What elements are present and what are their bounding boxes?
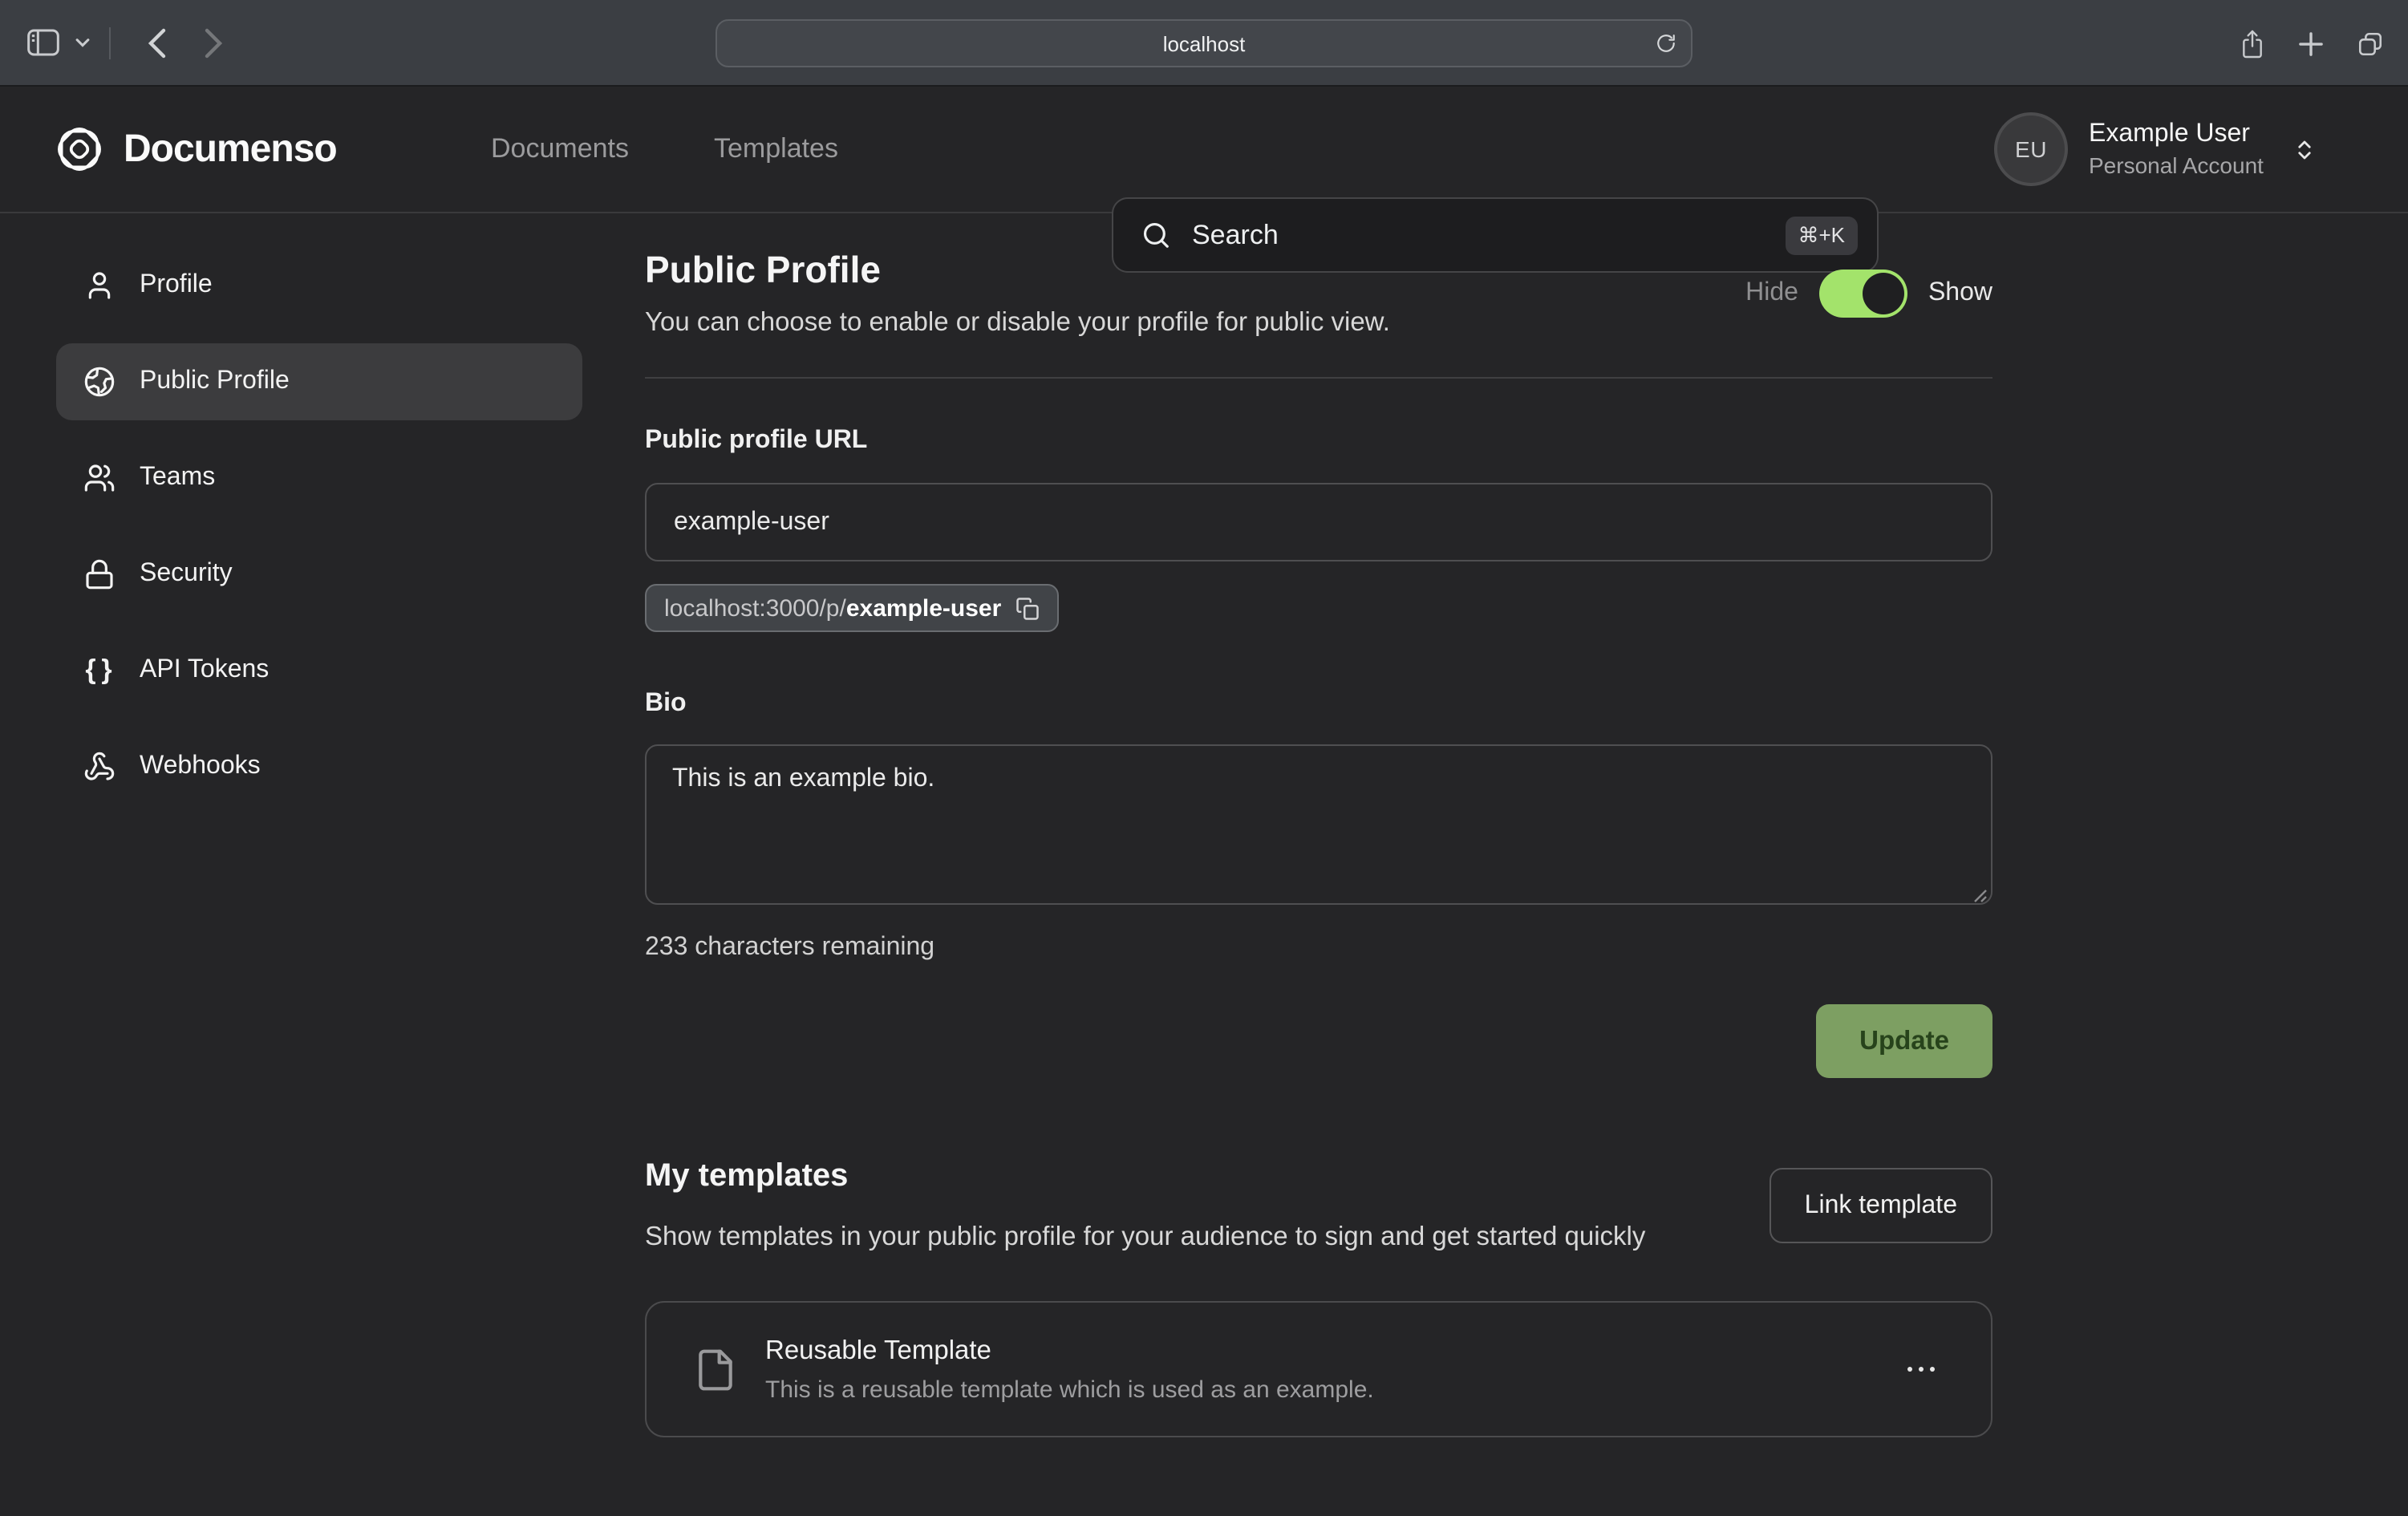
- characters-remaining: 233 characters remaining: [645, 934, 1992, 963]
- address-bar[interactable]: localhost: [716, 19, 1692, 67]
- link-template-button[interactable]: Link template: [1770, 1168, 1992, 1243]
- users-icon: [83, 462, 116, 494]
- section-divider: [645, 377, 1992, 379]
- template-description: This is a reusable template which is use…: [765, 1376, 1897, 1403]
- browser-toolbar: localhost: [0, 0, 2408, 87]
- public-profile-toggle[interactable]: [1819, 270, 1907, 318]
- app-window: localhost: [0, 0, 2408, 1516]
- sidebar-item-teams[interactable]: Teams: [56, 440, 582, 517]
- user-icon: [83, 270, 116, 302]
- avatar: EU: [1994, 112, 2068, 186]
- public-profile-url-input[interactable]: [645, 483, 1992, 561]
- chevrons-up-down-icon: [2292, 137, 2317, 161]
- settings-sidebar: Profile Public Profile Teams Security: [0, 213, 645, 1437]
- url-field-label: Public profile URL: [645, 427, 1992, 456]
- toggle-show-label: Show: [1928, 279, 1992, 308]
- page-subtitle: You can choose to enable or disable your…: [645, 308, 1390, 338]
- sidebar-item-webhooks[interactable]: Webhooks: [56, 728, 582, 805]
- bio-field-label: Bio: [645, 690, 1992, 719]
- tab-overview-icon[interactable]: [2357, 30, 2384, 57]
- reload-icon[interactable]: [1656, 32, 1676, 55]
- share-icon[interactable]: [2240, 28, 2265, 59]
- main-content: Public Profile You can choose to enable …: [645, 213, 1992, 1437]
- toggle-hide-label: Hide: [1745, 279, 1798, 308]
- forward-button-icon[interactable]: [204, 26, 225, 59]
- documenso-logo-icon: [53, 123, 106, 176]
- back-button-icon[interactable]: [146, 26, 167, 59]
- sidebar-toggle-icon[interactable]: [27, 29, 59, 56]
- template-name: Reusable Template: [765, 1336, 1897, 1366]
- profile-url-slug: example-user: [846, 594, 1001, 622]
- brand[interactable]: Documenso: [53, 123, 337, 176]
- search-placeholder: Search: [1192, 219, 1785, 251]
- my-templates-title: My templates: [645, 1158, 1645, 1195]
- nav-documents[interactable]: Documents: [491, 133, 629, 165]
- template-more-options-icon[interactable]: [1897, 1357, 1944, 1382]
- sidebar-item-security[interactable]: Security: [56, 536, 582, 613]
- user-name: Example User: [2089, 120, 2264, 149]
- toggle-knob: [1863, 273, 1904, 314]
- sidebar-item-api-tokens[interactable]: { } API Tokens: [56, 632, 582, 709]
- search-shortcut-badge: ⌘+K: [1785, 216, 1858, 254]
- bio-textarea[interactable]: This is an example bio.: [645, 744, 1992, 905]
- profile-url-prefix: localhost:3000/p/: [664, 594, 846, 622]
- sidebar-toggle-chevron-down-icon[interactable]: [75, 38, 90, 47]
- new-tab-plus-icon[interactable]: [2299, 31, 2323, 55]
- search-icon: [1141, 220, 1171, 250]
- braces-icon: { }: [83, 655, 116, 687]
- user-menu[interactable]: EU Example User Personal Account: [1994, 112, 2317, 186]
- search-input[interactable]: Search ⌘+K: [1112, 197, 1879, 273]
- my-templates-description: Show templates in your public profile fo…: [645, 1216, 1645, 1258]
- brand-name: Documenso: [124, 127, 337, 172]
- address-bar-url: localhost: [1163, 31, 1246, 55]
- update-button[interactable]: Update: [1816, 1004, 1992, 1078]
- lock-icon: [83, 558, 116, 590]
- sidebar-item-profile[interactable]: Profile: [56, 247, 582, 324]
- copy-icon[interactable]: [1015, 596, 1040, 620]
- user-account-type: Personal Account: [2089, 152, 2264, 178]
- app-header: Documenso Documents Templates Search ⌘+K…: [0, 87, 2408, 213]
- sidebar-item-public-profile[interactable]: Public Profile: [56, 343, 582, 420]
- file-icon: [693, 1345, 738, 1393]
- webhook-icon: [83, 751, 116, 783]
- resize-grip-icon[interactable]: [1972, 887, 1988, 903]
- globe-icon: [83, 366, 116, 398]
- nav-templates[interactable]: Templates: [714, 133, 838, 165]
- profile-url-chip[interactable]: localhost:3000/p/example-user: [645, 584, 1059, 632]
- template-card[interactable]: Reusable Template This is a reusable tem…: [645, 1301, 1992, 1437]
- toolbar-divider: [109, 26, 111, 59]
